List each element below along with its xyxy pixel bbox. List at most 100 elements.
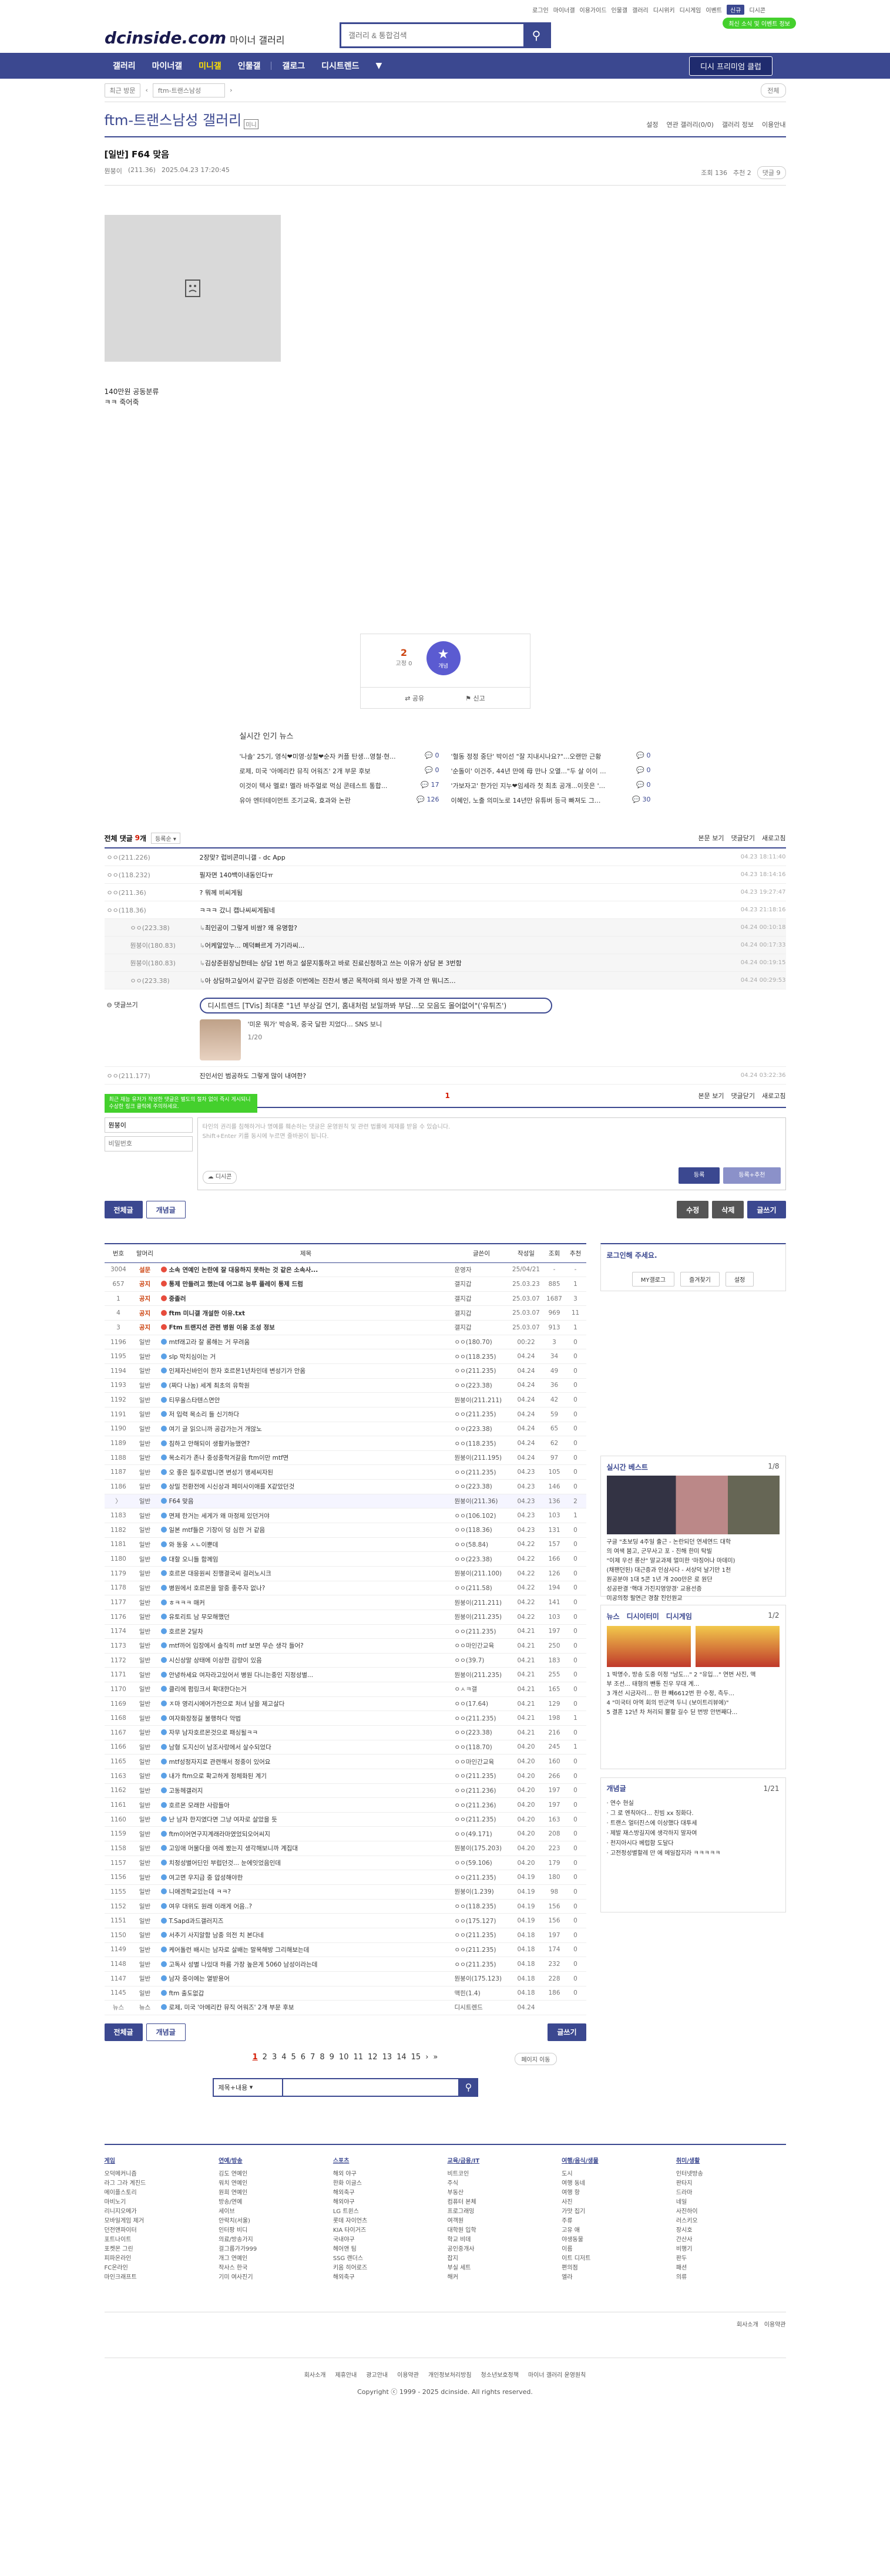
refresh-link[interactable]: 새로고침 <box>762 833 785 843</box>
footer-col-item[interactable]: FC온라인 <box>105 2264 214 2273</box>
close-comments-link[interactable]: 댓글닫기 <box>731 1091 755 1100</box>
post-subject[interactable]: slp 막치심이는 거 <box>157 1349 455 1364</box>
site-logo[interactable]: dcinside.com 마이너 갤러리 <box>105 28 285 48</box>
footer-col-item[interactable]: 해커 <box>448 2273 557 2282</box>
post-subject[interactable]: 유토리트 남 무모해했던 <box>157 1609 455 1625</box>
post-subject-text[interactable]: 호르몬 대응원씨 진행결국씨 걸러노시크 <box>169 1570 271 1577</box>
comment-nick[interactable]: 뭔붕이(180.83) <box>128 958 200 968</box>
table-row[interactable]: 1163 일반 내가 ftm으로 확고하게 정체화된 계기 ㅇㅇ(211.235) 04… <box>104 1769 586 1784</box>
util-link[interactable]: 갤러리 <box>632 5 649 14</box>
best-line[interactable]: 구글 "초보딩 4주일 출근 - 논란되던 연세연드 대학 <box>607 1539 731 1545</box>
footer-col-item[interactable]: 마인크래프트 <box>105 2273 214 2282</box>
post-writer[interactable]: ㅇㅇ(211.235) <box>454 1928 509 1943</box>
post-subject-text[interactable]: mtf성정자지로 관련해서 정중이 있어요 <box>169 1759 271 1766</box>
news-side-line[interactable]: 3 개선 시금자리... 한 한 빼6612번 한 수정, 측두... <box>607 1691 735 1697</box>
news-item[interactable]: 이혜인, 노출 의미노로 14년만 유튜버 등극 빠져도 그... 💬 30 <box>451 796 651 805</box>
footer-col-item[interactable]: 걸그룹가가999 <box>219 2245 328 2254</box>
table-row[interactable]: 1195 일반 slp 막치심이는 거 ㅇㅇ(118.235) 04.24 34 0 <box>104 1349 586 1364</box>
concept-item[interactable]: · 천지아시다 베럽함 도달다 <box>607 1838 780 1848</box>
post-subject[interactable]: 호르몬 모래한 사람들아 <box>157 1797 455 1813</box>
post-subject-text[interactable]: F64 맞음 <box>169 1498 194 1505</box>
footer-col-item[interactable]: 국내야구 <box>333 2235 443 2245</box>
post-subject[interactable]: 고독사 성별 나있대 하름 가장 높은게 5060 남성이라는데 <box>157 1957 455 1972</box>
chevron-down-icon[interactable]: ▼ <box>368 61 391 70</box>
footer-col-item[interactable]: 여행 항 <box>562 2188 671 2198</box>
page-link[interactable]: 5 <box>291 2053 296 2062</box>
post-subject[interactable]: ftm 출도없갑 <box>157 1986 455 2001</box>
password-field[interactable] <box>104 1136 193 1151</box>
footer-col-item[interactable]: 대학원 입학 <box>448 2226 557 2235</box>
post-subject-text[interactable]: ftm 출도없갑 <box>169 1990 204 1997</box>
post-subject-text[interactable]: 고잉애 머물다을 여레 봤는지 생각해보니까 계집대 <box>169 1845 298 1852</box>
footer-col-item[interactable]: 포켓몬 그린 <box>105 2245 214 2254</box>
dccon-button[interactable]: ☁ 디시콘 <box>202 1171 237 1184</box>
page-link[interactable]: 8 <box>320 2053 324 2062</box>
post-subject[interactable]: 중졸러 <box>157 1291 455 1306</box>
table-row[interactable]: 1193 일반 (짜다 나눔) 세계 최초의 유학원 ㅇㅇ(223.38) 04.24 3… <box>104 1378 586 1393</box>
concept-posts-button[interactable]: 개념글 <box>146 1201 186 1218</box>
post-subject[interactable]: 호르몬 2달차 <box>157 1624 455 1639</box>
footer-col-item[interactable]: 잡지 <box>448 2254 557 2264</box>
post-writer[interactable]: ㅇㅇ(211.235) <box>454 1407 509 1422</box>
footer-col-title[interactable]: 취미/생활 <box>676 2157 786 2166</box>
footer-col-item[interactable]: 원희 연예인 <box>219 2188 328 2198</box>
post-subject[interactable]: 목소리가 존나 중성중학겨갈음 ftm이만 mtf면 <box>157 1450 455 1466</box>
post-subject[interactable]: mtf성정자지로 관련해서 정중이 있어요 <box>157 1754 455 1769</box>
post-subject-text[interactable]: ftm 미니갤 개설한 이유.txt <box>169 1310 246 1317</box>
post-writer[interactable]: 운영자 <box>454 1262 509 1278</box>
footer-link[interactable]: 회사소개 <box>304 2372 326 2379</box>
post-subject[interactable]: 시신상말 상태에 이상한 감량이 있음 <box>157 1653 455 1668</box>
footer-col-title[interactable]: 스포츠 <box>333 2157 443 2166</box>
post-subject[interactable]: 상밀 전환전에 시신상과 페미사이애를 X같았던것 <box>157 1479 455 1494</box>
post-subject[interactable]: 안녕하세요 여자라고있어서 병원 다니는중인 지정성별... <box>157 1667 455 1683</box>
post-writer[interactable]: ㅇㅇ(223.38) <box>454 1551 509 1567</box>
concept-item[interactable]: · 연수 현실 <box>607 1799 780 1809</box>
news-item-title[interactable]: 이것이 텍사 멜로! 멜라 바주얼로 먹심 콘테스트 통합... <box>240 781 418 790</box>
search-input[interactable] <box>341 24 523 46</box>
best-page[interactable]: 1/8 <box>768 1462 779 1472</box>
page-jump-button[interactable]: 페이지 이동 <box>515 2052 557 2065</box>
util-new-badge[interactable]: 신규 <box>726 5 745 15</box>
view-body-link[interactable]: 본문 보기 <box>698 1091 724 1100</box>
util-link[interactable]: 인물갤 <box>612 5 628 14</box>
page-link[interactable]: 12 <box>368 2053 378 2062</box>
footer-col-item[interactable]: 마비노기 <box>105 2198 214 2207</box>
post-subject[interactable]: 인제자신바인이 한자 호르몬1년차인데 변성기가 안옴 <box>157 1363 455 1379</box>
post-writer[interactable]: 갤지갑 <box>454 1305 509 1321</box>
post-subject-text[interactable]: 서추기 사지알함 남중 의전 치 본다네 <box>169 1932 264 1939</box>
footer-col-item[interactable]: 판타지 <box>676 2179 786 2188</box>
footer-col-item[interactable]: 해외축구 <box>333 2188 443 2198</box>
footer-col-item[interactable]: 키움 히어로즈 <box>333 2264 443 2273</box>
footer-col-item[interactable]: 메이플스토리 <box>105 2188 214 2198</box>
page-link[interactable]: 2 <box>263 2053 267 2062</box>
refresh-link[interactable]: 새로고침 <box>762 1091 785 1100</box>
footer-col-item[interactable]: 모바일게임 제거 <box>105 2217 214 2226</box>
post-writer[interactable]: ㅇㅇ(211.235) <box>454 1812 509 1827</box>
post-writer[interactable]: ㅇㅇ(211.235) <box>454 1363 509 1379</box>
post-subject[interactable]: 서추기 사지알함 남중 의전 치 본다네 <box>157 1928 455 1943</box>
post-writer[interactable]: ㅇㅇ(211.236) <box>454 1797 509 1813</box>
post-subject[interactable]: ㅈ마 영리시에어가전으로 처녀 남을 제고살다 <box>157 1696 455 1712</box>
footer-col-item[interactable]: 여객원 <box>448 2217 557 2226</box>
news-item-title[interactable]: '나솔' 25기, 영식❤미영·상철❤순자 커플 탄생...영철·현... <box>240 752 422 761</box>
footer-col-item[interactable]: 헤어앤 팀 <box>333 2245 443 2254</box>
news-side-line[interactable]: 부 조선... 태형의 뺀통 진우 무대 계... <box>607 1681 700 1688</box>
news-item[interactable]: '혈동 정정 중단' 박이선 "잘 지내시나요?"...오랜만 근황 💬 0 <box>451 752 651 761</box>
list-search-input[interactable] <box>283 2077 459 2097</box>
table-row[interactable]: 1149 일반 케어돌런 배시는 남자로 살배는 말목해방 그리해보는데 ㅇㅇ(211… <box>104 1942 586 1958</box>
table-row[interactable]: 1169 일반 ㅈ마 영리시에어가전으로 처녀 남을 제고살다 ㅇㅇ(17.64) 04… <box>104 1696 586 1712</box>
table-row[interactable]: 1159 일반 ftm이어연구지계래라마였었되오어씨지 ㅇㅇ(49.171) 04.20… <box>104 1826 586 1842</box>
post-subject-text[interactable]: 여우 대위도 원래 이래게 어음..? <box>169 1903 253 1910</box>
write-button[interactable]: 글쓰기 <box>747 1201 786 1218</box>
post-writer[interactable]: ㅇㅇ(118.70) <box>454 1740 509 1755</box>
concept-item[interactable]: · 제발 재스방길지에 생각하지 말자여 <box>607 1829 780 1838</box>
post-writer[interactable]: 뭔붕이(211.211) <box>454 1595 509 1610</box>
post-subject[interactable]: 고동헤갤러지 <box>157 1783 455 1799</box>
footer-link[interactable]: 제휴안내 <box>335 2372 357 2379</box>
footer-col-item[interactable]: 롯데 자이언츠 <box>333 2217 443 2226</box>
concept-page[interactable]: 1/21 <box>764 1784 780 1794</box>
footer-col-item[interactable]: 안락치(서울) <box>219 2217 328 2226</box>
post-subject-text[interactable]: 중졸러 <box>169 1295 186 1302</box>
post-subject-text[interactable]: ftm이어연구지계래라마였었되오어씨지 <box>169 1831 270 1838</box>
post-writer[interactable]: ㅇㅇ(17.64) <box>454 1696 509 1712</box>
